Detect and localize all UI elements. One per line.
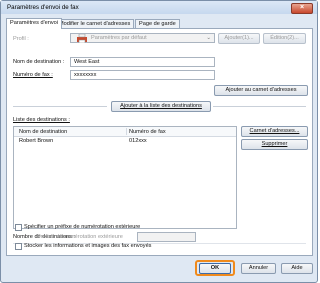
prefix-field-label: Préfixe de numérotation extérieure: [37, 234, 123, 240]
tab-label: Paramètres d'envoi: [10, 20, 59, 26]
window-title: Paramètres d'envoi de fax: [7, 4, 79, 11]
delete-button[interactable]: Supprimer: [241, 139, 308, 150]
store-checkbox-label: Stocker les informations et images des f…: [24, 243, 152, 249]
destination-name-label: Nom de destination :: [13, 59, 65, 65]
table-row[interactable]: Robert Brown 012xxx: [14, 137, 236, 146]
fax-number-label: Numéro de fax :: [13, 72, 53, 78]
cancel-button[interactable]: Annuler: [241, 263, 276, 274]
profile-select[interactable]: Paramètres par défaut ⌄: [70, 33, 215, 43]
tab-label: Modifier le carnet d'adresses: [59, 21, 131, 27]
row-fax: 012xxx: [129, 138, 147, 144]
addressbook-button[interactable]: Carnet d'adresses...: [241, 126, 308, 137]
chevron-down-icon: ⌄: [206, 35, 211, 41]
add-to-destination-list-button[interactable]: Ajouter à la liste des destinations: [111, 101, 211, 112]
divider: [13, 106, 107, 107]
help-button[interactable]: Aide: [281, 263, 313, 274]
prefix-checkbox[interactable]: [15, 224, 22, 231]
prefix-checkbox-label: Spécifier un préfixe de numérotation ext…: [24, 224, 141, 230]
ok-highlight: [195, 260, 235, 276]
profile-value: Paramètres par défaut: [91, 35, 147, 41]
destination-list-label: Liste des destinations :: [13, 117, 70, 123]
column-header-name[interactable]: Nom de destination: [19, 129, 67, 135]
list-header: Nom de destination Numéro de fax: [14, 127, 236, 137]
edit-profile-button[interactable]: Édition(2)...: [263, 33, 306, 44]
printer-icon: [77, 34, 87, 43]
tab-cover-page[interactable]: Page de garde: [135, 19, 180, 28]
destination-name-field[interactable]: West East: [70, 57, 215, 67]
fax-settings-dialog: Paramètres d'envoi de fax × Paramètres d…: [0, 0, 318, 283]
fax-number-field[interactable]: xxxxxxxx: [70, 70, 215, 80]
add-to-addressbook-button[interactable]: Ajouter au carnet d'adresses: [214, 85, 308, 96]
tab-edit-addressbook[interactable]: Modifier le carnet d'adresses: [55, 19, 135, 28]
add-profile-button[interactable]: Ajouter(1)...: [218, 33, 260, 44]
divider: [213, 106, 306, 107]
profile-label: Profil :: [13, 36, 29, 42]
close-icon[interactable]: ×: [291, 3, 313, 14]
prefix-field[interactable]: [137, 232, 196, 242]
tab-label: Page de garde: [139, 21, 176, 27]
send-settings-panel: Profil : Paramètres par défaut ⌄ Ajouter…: [6, 28, 313, 256]
row-name: Robert Brown: [19, 138, 54, 144]
column-header-fax[interactable]: Numéro de fax: [129, 129, 166, 135]
title-bar: Paramètres d'envoi de fax ×: [1, 1, 317, 14]
column-separator[interactable]: [126, 128, 127, 135]
tab-send-settings[interactable]: Paramètres d'envoi: [6, 18, 63, 29]
destination-list[interactable]: Nom de destination Numéro de fax Robert …: [13, 126, 237, 229]
store-checkbox[interactable]: [15, 243, 22, 250]
